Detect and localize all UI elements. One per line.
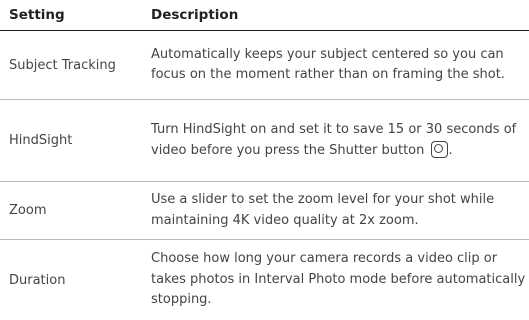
table-row: HindSight Turn HindSight on and set it t… (0, 100, 529, 182)
shutter-button-icon (430, 140, 448, 158)
header-setting: Setting (9, 7, 65, 23)
table-row: Zoom Use a slider to set the zoom level … (0, 182, 529, 240)
setting-name: Zoom (9, 203, 47, 218)
header-description: Description (151, 7, 239, 23)
setting-name: Duration (9, 272, 66, 288)
setting-description: Use a slider to set the zoom level for y… (151, 192, 495, 228)
settings-table: Setting Description Subject Tracking Aut… (0, 0, 529, 320)
description-text: Turn HindSight on and set it to save 15 … (151, 122, 517, 158)
table-row: Duration Choose how long your camera rec… (0, 240, 529, 320)
description-text-end: . (448, 142, 453, 158)
setting-name: HindSight (9, 133, 73, 148)
setting-description: Turn HindSight on and set it to save 15 … (151, 120, 526, 161)
setting-description: Automatically keeps your subject centere… (151, 46, 505, 83)
setting-description: Choose how long your camera records a vi… (151, 251, 526, 308)
table-row: Subject Tracking Automatically keeps you… (0, 31, 529, 100)
table-header: Setting Description (0, 0, 529, 31)
setting-name: Subject Tracking (9, 57, 116, 73)
